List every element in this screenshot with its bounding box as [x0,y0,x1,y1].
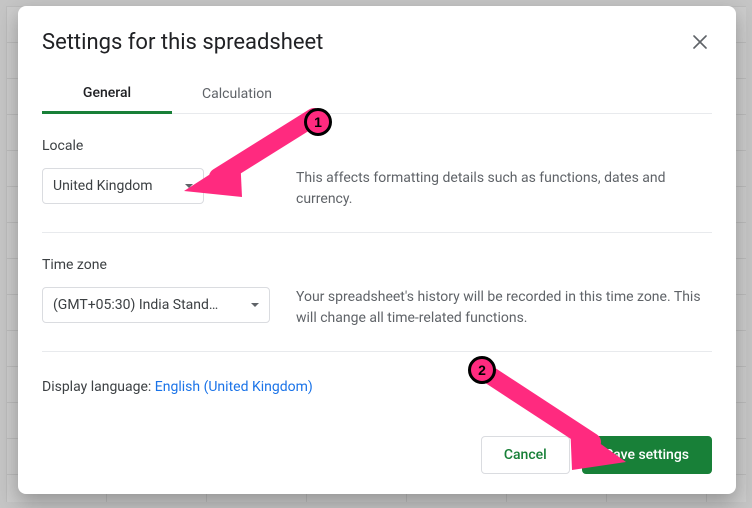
timezone-description: Your spreadsheet's history will be recor… [296,257,712,329]
locale-value: United Kingdom [53,178,153,194]
dialog-footer: Cancel Save settings [481,436,712,474]
dialog-title: Settings for this spreadsheet [42,30,323,55]
locale-label: Locale [42,138,278,154]
save-settings-button[interactable]: Save settings [582,436,712,474]
tab-general[interactable]: General [42,75,172,114]
close-icon [693,35,707,49]
close-button[interactable] [688,30,712,54]
timezone-section: Time zone (GMT+05:30) India Stand… Your … [42,232,712,351]
locale-select[interactable]: United Kingdom [42,168,204,204]
language-link[interactable]: English (United Kingdom) [155,379,313,395]
locale-description: This affects formatting details such as … [296,138,712,210]
tab-calculation[interactable]: Calculation [172,75,302,113]
timezone-value: (GMT+05:30) India Stand… [53,297,218,313]
tabs: General Calculation [42,75,712,114]
cancel-button[interactable]: Cancel [481,436,570,474]
locale-section: Locale United Kingdom This affects forma… [42,114,712,232]
language-section: Display language: English (United Kingdo… [42,351,712,398]
language-label: Display language: [42,379,155,395]
caret-down-icon [185,184,193,188]
settings-dialog: Settings for this spreadsheet General Ca… [18,6,736,494]
caret-down-icon [251,303,259,307]
timezone-select[interactable]: (GMT+05:30) India Stand… [42,287,270,323]
timezone-label: Time zone [42,257,278,273]
language-text: Display language: English (United Kingdo… [42,376,332,398]
